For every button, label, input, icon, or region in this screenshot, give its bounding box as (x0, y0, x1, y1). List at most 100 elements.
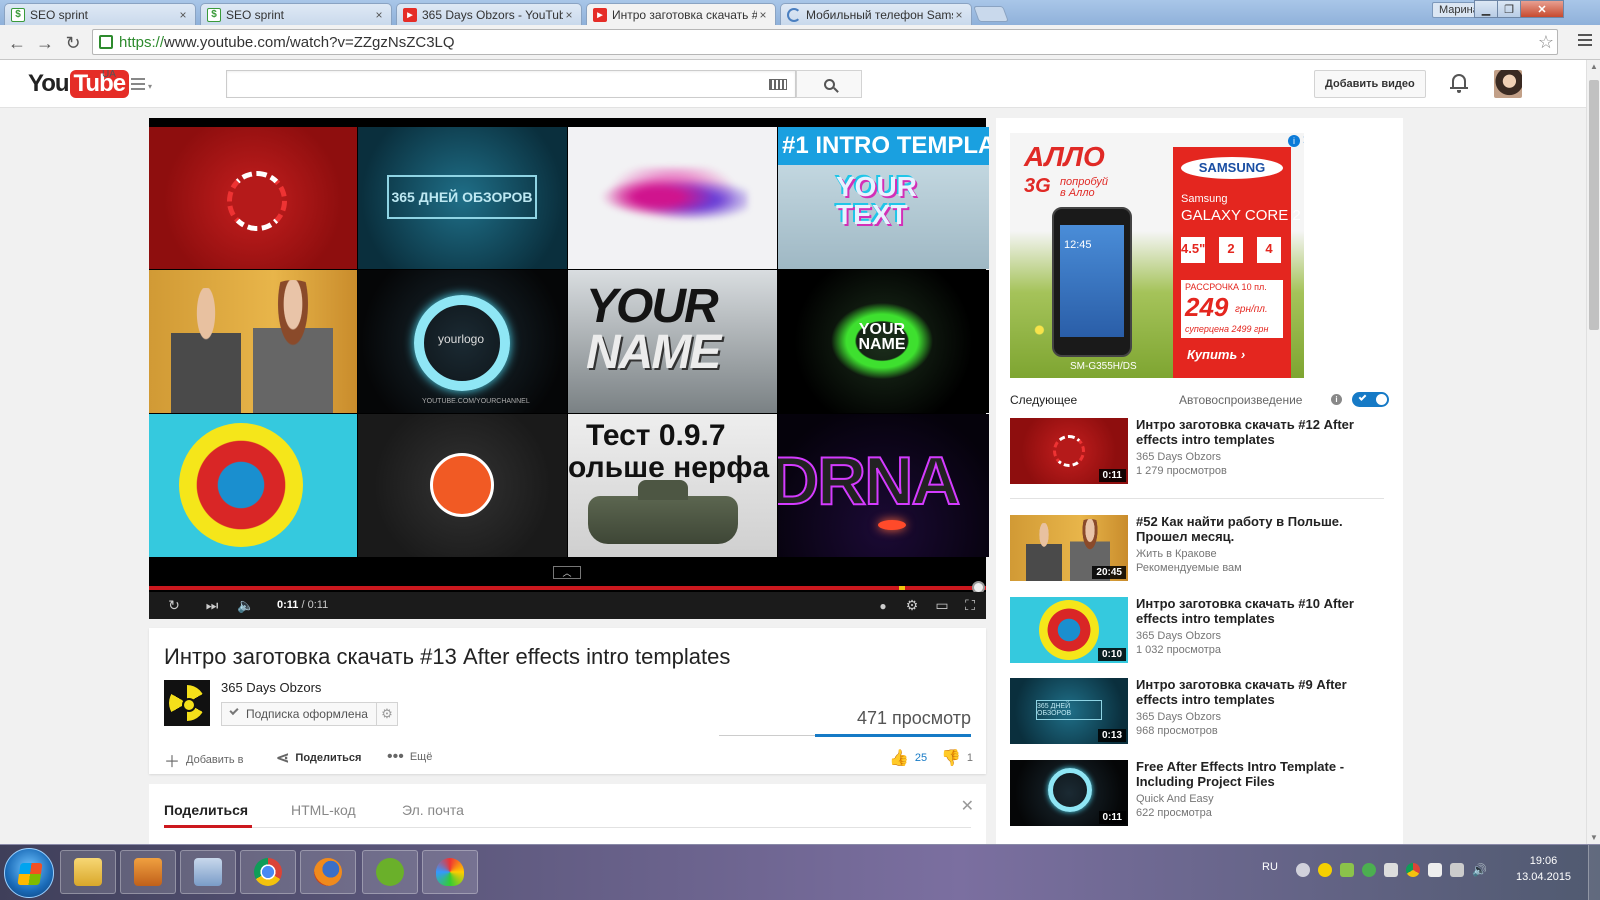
endscreen-video-1[interactable] (149, 127, 357, 269)
endscreen-video-8[interactable]: YOUR NAME (778, 270, 989, 413)
browser-tab-seo-sprint-1[interactable]: $ SEO sprint × (4, 3, 196, 25)
language-indicator[interactable]: RU (1262, 861, 1278, 873)
tab-share[interactable]: Поделиться (164, 802, 248, 818)
scroll-up-icon[interactable]: ▲ (1590, 62, 1598, 71)
browser-tab-seo-sprint-2[interactable]: $ SEO sprint × (200, 3, 392, 25)
video-title-link[interactable]: Интро заготовка скачать #9 After effects… (1136, 677, 1390, 707)
keyboard-icon[interactable] (769, 79, 787, 90)
fullscreen-icon[interactable]: ⛶ (960, 597, 980, 614)
taskbar-calculator[interactable] (180, 850, 236, 894)
theater-mode-icon[interactable]: ▭ (932, 597, 952, 614)
close-share-icon[interactable]: ✕ (961, 796, 974, 816)
video-title-link[interactable]: Интро заготовка скачать #10 After effect… (1136, 596, 1390, 626)
expand-endscreen-icon[interactable]: ︿ (553, 566, 581, 579)
channel-avatar[interactable] (164, 680, 210, 726)
page-scrollbar[interactable]: ▲ ▼ (1586, 60, 1600, 844)
taskbar-paint[interactable] (422, 850, 478, 894)
close-tab-icon[interactable]: × (373, 8, 385, 22)
reload-icon[interactable]: ↻ (62, 32, 84, 54)
search-input[interactable] (226, 70, 796, 98)
maximize-window-icon[interactable]: ❐ (1497, 0, 1521, 18)
ad-info-icon[interactable]: i (1288, 135, 1300, 147)
ad-buy-link[interactable]: Купить › (1187, 347, 1245, 362)
video-thumbnail[interactable]: 0:10 (1010, 597, 1128, 663)
forward-arrow-icon[interactable]: → (34, 32, 56, 54)
tray-notification-icon[interactable] (1296, 863, 1310, 877)
search-button[interactable] (796, 70, 862, 98)
tray-app-icon[interactable] (1340, 863, 1354, 877)
tray-network-icon[interactable] (1450, 863, 1464, 877)
recommended-video[interactable]: 0:11 Free After Effects Intro Template -… (1010, 759, 1390, 826)
more-actions-button[interactable]: ••• Ещё (387, 748, 432, 766)
endscreen-video-3[interactable] (568, 127, 777, 269)
tab-email[interactable]: Эл. почта (402, 802, 464, 818)
tab-embed[interactable]: HTML-код (291, 802, 356, 818)
taskbar-chrome[interactable] (240, 850, 296, 894)
url-text[interactable]: https://www.youtube.com/watch?v=ZZgzNsZC… (119, 34, 1535, 51)
video-title-link[interactable]: #52 Как найти работу в Польше. Прошел ме… (1136, 514, 1390, 544)
progress-bar[interactable] (149, 581, 986, 594)
tray-settings-icon[interactable] (1384, 863, 1398, 877)
video-title-link[interactable]: Интро заготовка скачать #12 After effect… (1136, 417, 1390, 447)
endscreen-video-2[interactable]: 365 ДНЕЙ ОБЗОРОВ (358, 127, 567, 269)
tray-plus-icon[interactable] (1318, 863, 1332, 877)
browser-tab-samsung[interactable]: Мобильный телефон Samsung × (780, 3, 972, 25)
display-ad[interactable]: АЛЛО 3G попробуй в Алло 12:45 SM-G355H/D… (1010, 133, 1304, 378)
scroll-down-icon[interactable]: ▼ (1590, 833, 1598, 842)
browser-menu-icon[interactable] (1578, 34, 1592, 48)
like-button[interactable]: 👍 25 (889, 748, 927, 768)
replay-icon[interactable]: ↻ (165, 597, 183, 614)
volume-icon[interactable]: 🔈 (237, 597, 255, 614)
taskbar-media-player[interactable] (120, 850, 176, 894)
browser-tab-365-days[interactable]: ▶ 365 Days Obzors - YouTube × (396, 3, 582, 25)
video-player[interactable]: 365 ДНЕЙ ОБЗОРОВ #1 INTRO TEMPLATE YOUR … (149, 118, 989, 619)
video-thumbnail[interactable]: 0:11 (1010, 418, 1128, 484)
endscreen-video-11[interactable]: Тест 0.9.7 ольше нерфа (568, 414, 777, 557)
taskbar-firefox[interactable] (300, 850, 356, 894)
close-window-icon[interactable]: ✕ (1520, 0, 1564, 18)
video-thumbnail[interactable]: 0:11 (1010, 760, 1128, 826)
video-thumbnail[interactable]: 20:45 (1010, 515, 1128, 581)
show-desktop-button[interactable] (1588, 845, 1600, 900)
scrollbar-thumb[interactable] (1589, 80, 1599, 330)
close-tab-icon[interactable]: × (563, 8, 575, 22)
endscreen-video-7[interactable]: YOUR NAME (568, 270, 777, 413)
autoplay-info-icon[interactable]: i (1331, 394, 1342, 405)
autoplay-toggle[interactable] (1352, 392, 1389, 407)
bookmark-star-icon[interactable]: ☆ (1535, 32, 1557, 53)
notifications-bell-icon[interactable] (1450, 73, 1468, 93)
tray-chrome-icon[interactable] (1406, 863, 1420, 877)
taskbar-utorrent[interactable] (362, 850, 418, 894)
next-icon[interactable]: ⏭ (203, 597, 221, 614)
tray-utorrent-icon[interactable] (1362, 863, 1376, 877)
browser-tab-current[interactable]: ▶ Интро заготовка скачать #13 × (586, 3, 776, 25)
address-bar[interactable]: https://www.youtube.com/watch?v=ZZgzNsZC… (92, 29, 1558, 55)
new-tab-button[interactable] (973, 6, 1009, 22)
endscreen-video-6[interactable]: yourlogo YOUTUBE.COM/YOURCHANNEL (358, 270, 567, 413)
volume-icon[interactable]: 🔊 (1472, 863, 1487, 877)
ad-close-icon[interactable]: ✕ (1302, 134, 1304, 147)
close-tab-icon[interactable]: × (953, 8, 965, 22)
endscreen-video-9[interactable] (149, 414, 357, 557)
subscription-settings-gear-icon[interactable]: ⚙ (376, 702, 398, 726)
close-tab-icon[interactable]: × (177, 8, 189, 22)
minimize-window-icon[interactable]: ▁ (1474, 0, 1498, 18)
taskbar-explorer[interactable] (60, 850, 116, 894)
video-title-link[interactable]: Free After Effects Intro Template - Incl… (1136, 759, 1390, 789)
subscribed-button[interactable]: Подписка оформлена (221, 702, 377, 726)
system-clock[interactable]: 19:06 13.04.2015 (1516, 853, 1571, 885)
endscreen-video-4[interactable]: #1 INTRO TEMPLATE YOUR TEXT (778, 127, 989, 269)
guide-menu-icon[interactable]: ▾ (131, 78, 155, 92)
upload-video-button[interactable]: Добавить видео (1314, 70, 1426, 98)
start-button[interactable] (4, 848, 54, 898)
endscreen-video-10[interactable] (358, 414, 567, 557)
recommended-video[interactable]: 0:10 Интро заготовка скачать #10 After e… (1010, 596, 1390, 663)
video-thumbnail[interactable]: 365 ДНЕЙ ОБЗОРОВ 0:13 (1010, 678, 1128, 744)
tray-device-icon[interactable] (1428, 863, 1442, 877)
settings-gear-icon[interactable]: ⚙ (903, 597, 921, 614)
endscreen-video-5[interactable] (149, 270, 357, 413)
recommended-video[interactable]: 365 ДНЕЙ ОБЗОРОВ 0:13 Интро заготовка ска… (1010, 677, 1390, 744)
add-to-button[interactable]: ＋ Добавить в (164, 748, 244, 772)
channel-name-link[interactable]: 365 Days Obzors (221, 680, 321, 695)
dislike-button[interactable]: 👎 1 (941, 748, 973, 768)
